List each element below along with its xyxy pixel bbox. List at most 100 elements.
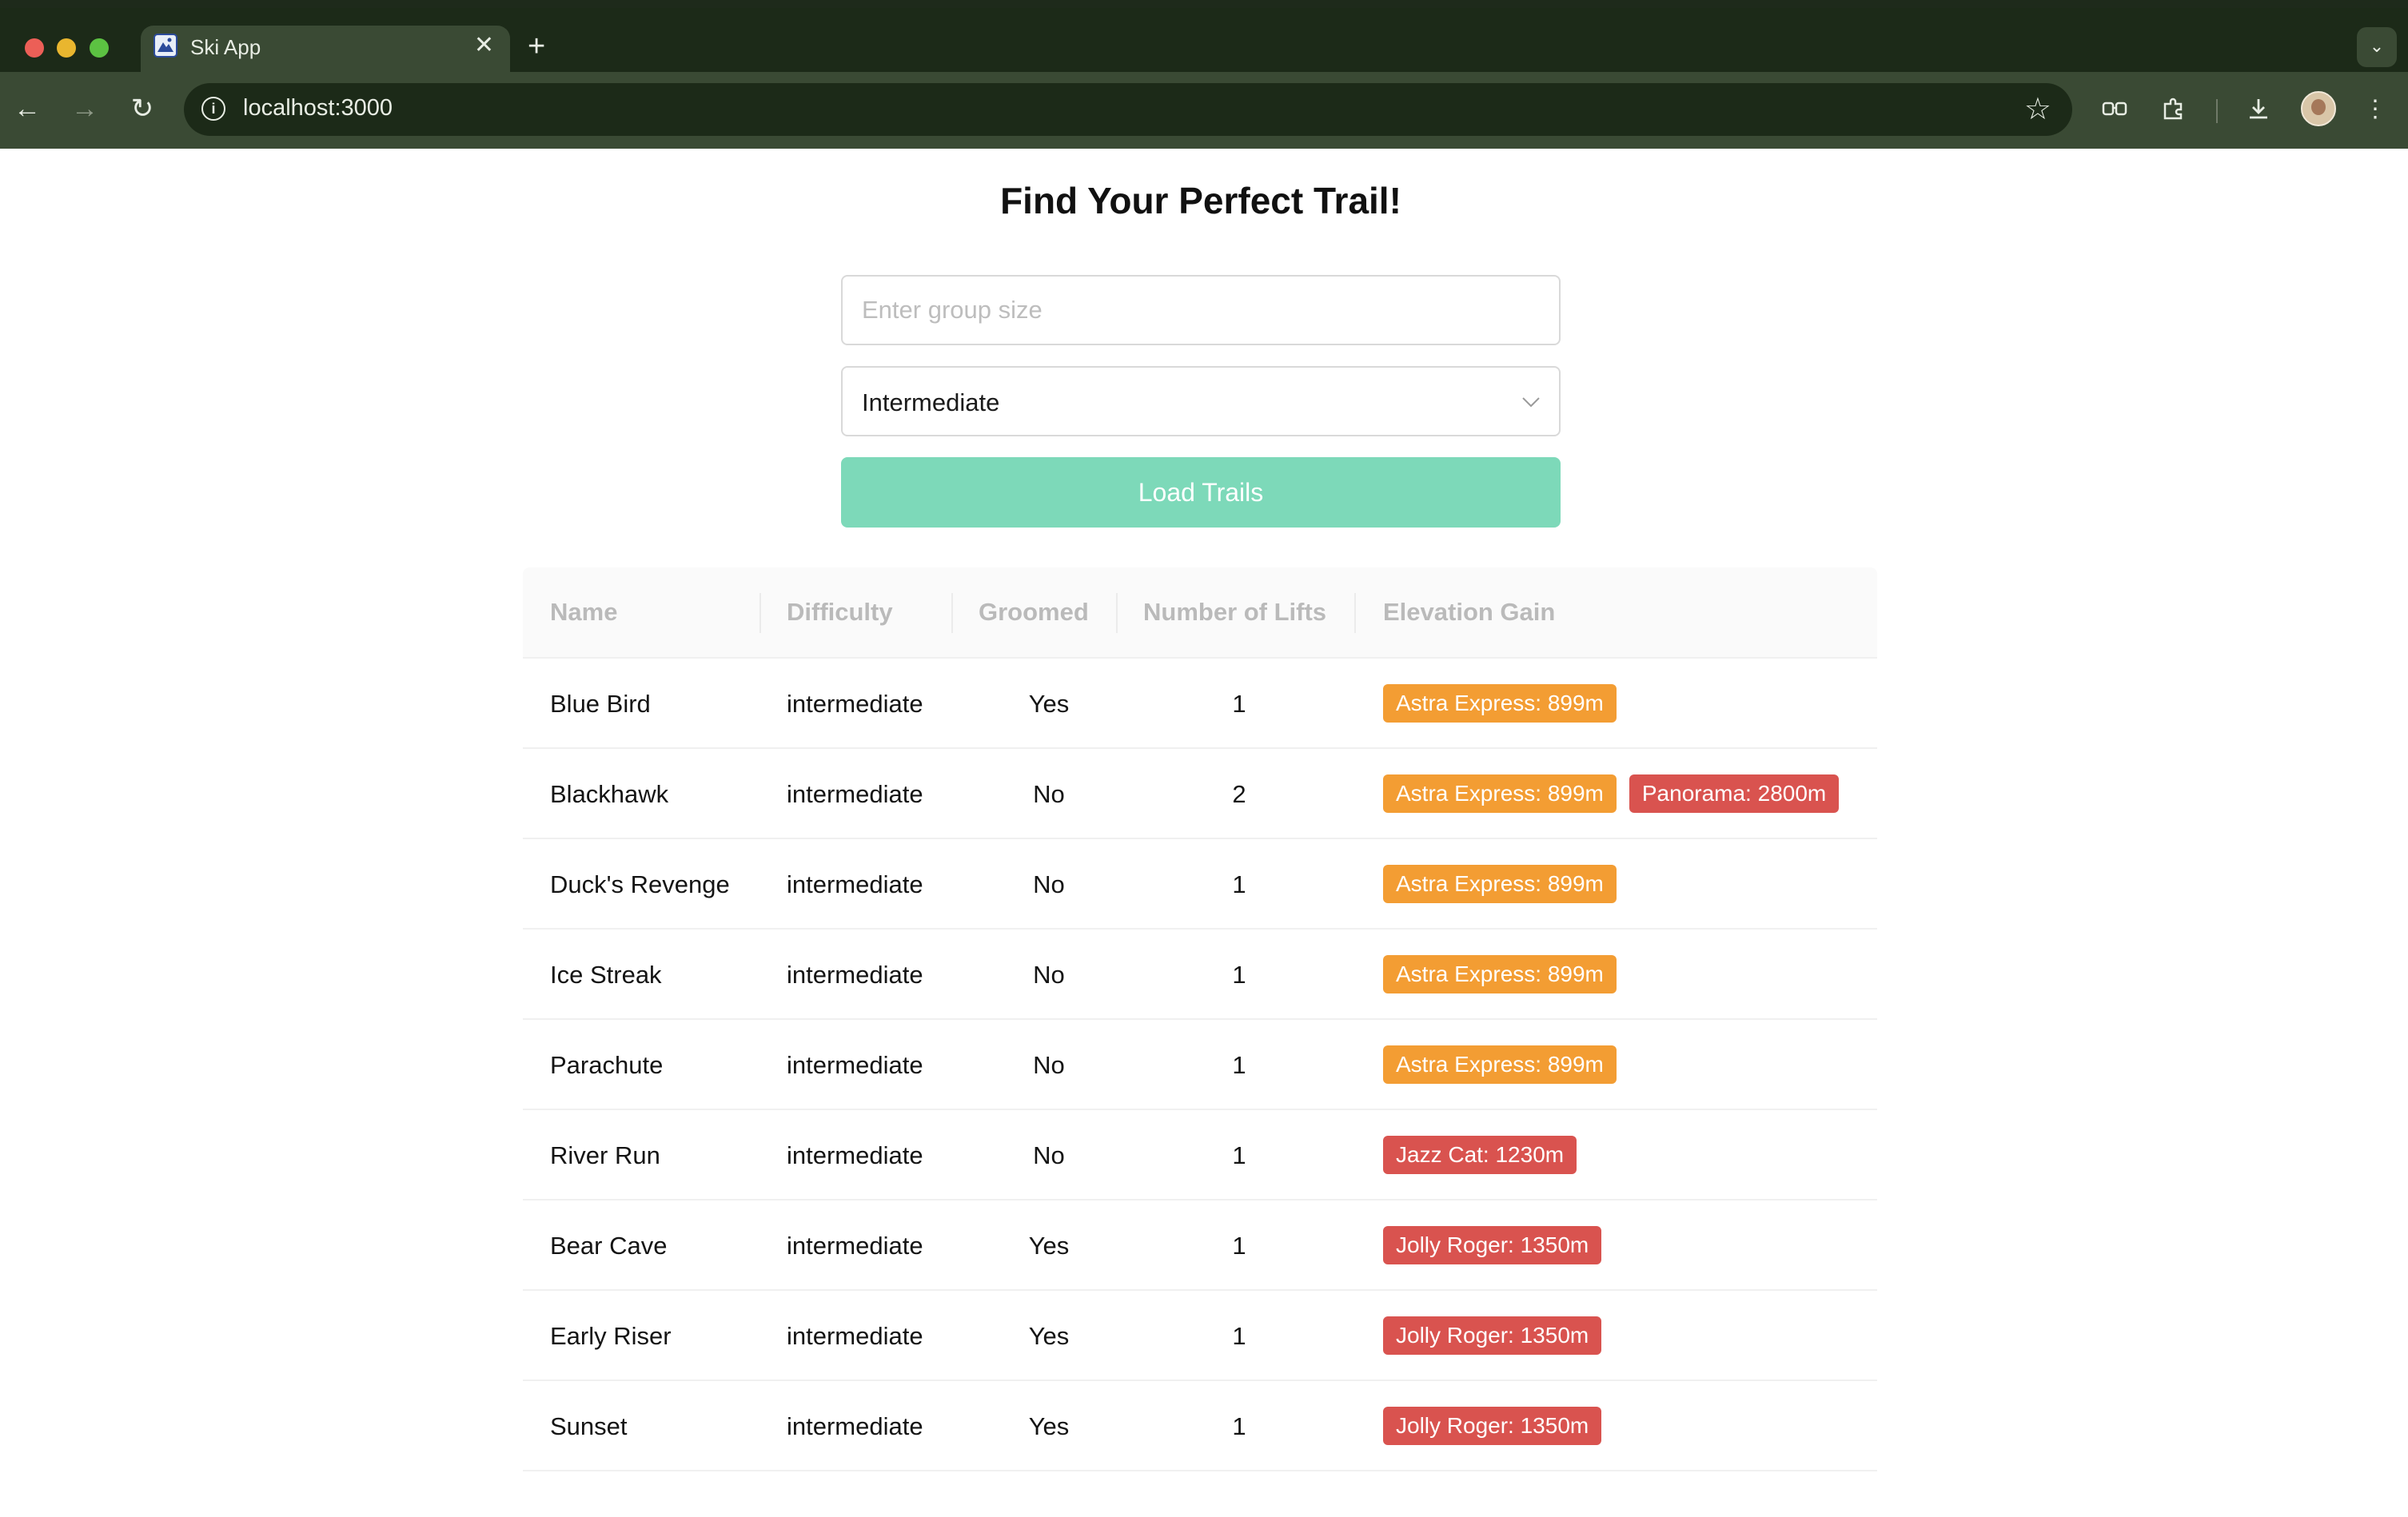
table-body: Blue Bird intermediate Yes 1 Astra Express: …: [523, 659, 1877, 1471]
elevation-gain-cell: Astra Express: 899m Panorama: 2800m: [1383, 774, 1852, 814]
difficulty-selected-value: Intermediate: [862, 388, 1000, 416]
difficulty-cell: intermediate: [787, 870, 923, 898]
tab-close-icon[interactable]: ✕: [474, 32, 494, 59]
difficulty-cell: intermediate: [787, 1322, 923, 1350]
lift-count-cell: 1: [1232, 690, 1246, 718]
lift-elevation-tag: Jolly Roger: 1350m: [1383, 1316, 1602, 1355]
lift-elevation-tag: Astra Express: 899m: [1383, 865, 1617, 903]
more-vertical-icon[interactable]: ⋮: [2355, 90, 2395, 129]
forward-arrow-icon[interactable]: →: [66, 90, 104, 128]
column-header-groomed[interactable]: Groomed: [979, 567, 1089, 657]
trail-name-cell: River Run: [550, 1141, 660, 1169]
reading-mode-icon[interactable]: [2095, 90, 2135, 129]
table-row[interactable]: Bear Cave intermediate Yes 1 Jolly Roger: 13…: [523, 1200, 1877, 1291]
difficulty-cell: intermediate: [787, 1051, 923, 1079]
trail-name-cell: Duck's Revenge: [550, 870, 730, 898]
table-row[interactable]: Blackhawk intermediate No 2 Astra Express: 8…: [523, 749, 1877, 839]
groomed-cell: Yes: [1028, 690, 1070, 718]
lift-elevation-tag: Jolly Roger: 1350m: [1383, 1407, 1602, 1445]
table-row[interactable]: Blue Bird intermediate Yes 1 Astra Express: …: [523, 659, 1877, 749]
groomed-cell: Yes: [1028, 1232, 1070, 1260]
header-divider: [951, 593, 953, 633]
trail-name-cell: Sunset: [550, 1412, 628, 1440]
extensions-puzzle-icon[interactable]: [2154, 90, 2194, 129]
trail-name-cell: Parachute: [550, 1051, 664, 1079]
table-row[interactable]: Early Riser intermediate Yes 1 Jolly Roger: …: [523, 1291, 1877, 1381]
table-header: Name Difficulty Groomed Number of Lifts …: [523, 567, 1877, 659]
lift-count-cell: 1: [1232, 1412, 1246, 1440]
difficulty-cell: intermediate: [787, 1232, 923, 1260]
bookmark-star-icon[interactable]: ☆: [2024, 90, 2051, 129]
elevation-gain-cell: Jolly Roger: 1350m: [1383, 1226, 1614, 1266]
groomed-cell: No: [1033, 961, 1065, 989]
fullscreen-window-button[interactable]: [90, 38, 109, 58]
address-bar[interactable]: i localhost:3000 ☆: [184, 83, 2072, 136]
groomed-cell: Yes: [1028, 1412, 1070, 1440]
groomed-cell: No: [1033, 1141, 1065, 1169]
browser-toolbar: ← → ↻ i localhost:3000 ☆ ⋮: [0, 72, 2408, 149]
page-title: Find Your Perfect Trail!: [1000, 180, 1401, 221]
lift-count-cell: 1: [1232, 961, 1246, 989]
new-tab-icon[interactable]: +: [528, 30, 545, 62]
site-info-icon[interactable]: i: [201, 97, 225, 121]
download-icon[interactable]: [2239, 90, 2278, 129]
column-header-number-of-lifts[interactable]: Number of Lifts: [1143, 567, 1326, 657]
table-row[interactable]: Sunset intermediate Yes 1 Jolly Roger: 1350m: [523, 1381, 1877, 1471]
url-text[interactable]: localhost:3000: [243, 95, 393, 121]
trail-name-cell: Blue Bird: [550, 690, 651, 718]
window-top-edge: [0, 0, 2408, 8]
column-header-elevation-gain[interactable]: Elevation Gain: [1383, 567, 1555, 657]
group-size-field[interactable]: [841, 275, 1561, 345]
table-row[interactable]: River Run intermediate No 1 Jazz Cat: 1230m: [523, 1110, 1877, 1200]
trail-name-cell: Ice Streak: [550, 961, 662, 989]
difficulty-cell: intermediate: [787, 961, 923, 989]
column-header-name[interactable]: Name: [550, 567, 617, 657]
back-arrow-icon[interactable]: ←: [8, 90, 46, 128]
toolbar-divider: [2216, 99, 2218, 123]
reload-icon[interactable]: ↻: [123, 90, 161, 128]
trail-name-cell: Blackhawk: [550, 780, 669, 808]
lift-elevation-tag: Astra Express: 899m: [1383, 684, 1617, 723]
lift-count-cell: 2: [1232, 780, 1246, 808]
profile-avatar[interactable]: [2301, 91, 2336, 126]
trail-name-cell: Bear Cave: [550, 1232, 668, 1260]
lift-count-cell: 1: [1232, 1141, 1246, 1169]
load-trails-button[interactable]: Load Trails: [841, 457, 1561, 528]
elevation-gain-cell: Jolly Roger: 1350m: [1383, 1316, 1614, 1356]
difficulty-cell: intermediate: [787, 690, 923, 718]
elevation-gain-cell: Astra Express: 899m: [1383, 684, 1629, 724]
lift-count-cell: 1: [1232, 870, 1246, 898]
tab-search-chevron-icon[interactable]: ⌄: [2357, 27, 2397, 67]
trail-name-cell: Early Riser: [550, 1322, 672, 1350]
difficulty-cell: intermediate: [787, 780, 923, 808]
group-size-input[interactable]: [843, 277, 1559, 344]
tab-bar: Ski App ✕ + ⌄: [0, 8, 2408, 80]
groomed-cell: Yes: [1028, 1322, 1070, 1350]
difficulty-cell: intermediate: [787, 1412, 923, 1440]
lift-elevation-tag: Jazz Cat: 1230m: [1383, 1136, 1577, 1174]
lift-count-cell: 1: [1232, 1051, 1246, 1079]
elevation-gain-cell: Astra Express: 899m: [1383, 1045, 1629, 1085]
favicon-icon: [153, 34, 177, 58]
header-divider: [1116, 593, 1118, 633]
elevation-gain-cell: Astra Express: 899m: [1383, 955, 1629, 995]
lift-count-cell: 1: [1232, 1232, 1246, 1260]
difficulty-select[interactable]: Intermediate: [841, 366, 1561, 436]
header-divider: [1354, 593, 1356, 633]
lift-count-cell: 1: [1232, 1322, 1246, 1350]
chevron-down-icon: [1522, 397, 1540, 408]
lift-elevation-tag: Astra Express: 899m: [1383, 774, 1617, 813]
elevation-gain-cell: Jolly Roger: 1350m: [1383, 1407, 1614, 1447]
table-row[interactable]: Parachute intermediate No 1 Astra Express: 8…: [523, 1020, 1877, 1110]
close-window-button[interactable]: [25, 38, 44, 58]
minimize-window-button[interactable]: [57, 38, 76, 58]
lift-elevation-tag: Astra Express: 899m: [1383, 955, 1617, 993]
table-row[interactable]: Duck's Revenge intermediate No 1 Astra Expre…: [523, 839, 1877, 930]
tab-title: Ski App: [190, 35, 261, 59]
table-row[interactable]: Ice Streak intermediate No 1 Astra Express: …: [523, 930, 1877, 1020]
column-header-difficulty[interactable]: Difficulty: [787, 567, 893, 657]
trails-table: Name Difficulty Groomed Number of Lifts …: [523, 567, 1877, 1471]
groomed-cell: No: [1033, 780, 1065, 808]
lift-elevation-tag: Panorama: 2800m: [1629, 774, 1840, 813]
page-content: Find Your Perfect Trail! Intermediate Lo…: [0, 149, 2408, 1517]
